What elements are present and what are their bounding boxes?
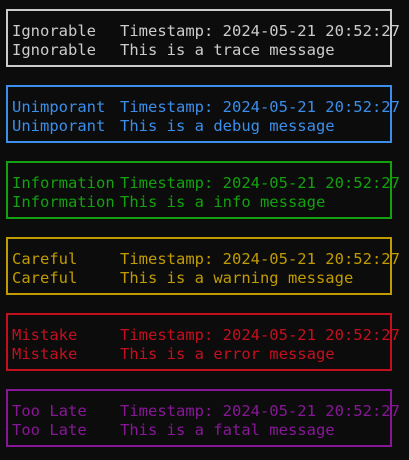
log-level-label: Careful [12,250,78,268]
log-entry-fatal: Too Late Timestamp: 2024-05-21 20:52:27 T… [6,389,400,447]
message-text: This is a error message [120,345,335,363]
timestamp-text: Timestamp: 2024-05-21 20:52:27 [120,174,400,192]
log-level-label: Mistake [12,326,78,344]
log-line-message: Mistake This is a error message [12,345,335,364]
log-entry-warning: Careful Timestamp: 2024-05-21 20:52:27 Ca… [6,237,400,295]
timestamp-text: Timestamp: 2024-05-21 20:52:27 [120,22,400,40]
log-line-timestamp: Information Timestamp: 2024-05-21 20:52:2… [12,174,400,193]
timestamp-text: Timestamp: 2024-05-21 20:52:27 [120,326,400,344]
log-level-label: Careful [12,269,78,287]
log-line-timestamp: Ignorable Timestamp: 2024-05-21 20:52:27 [12,22,400,41]
log-line-timestamp: Careful Timestamp: 2024-05-21 20:52:27 [12,250,400,269]
message-text: This is a debug message [120,117,335,135]
log-entry-debug: Unimporant Timestamp: 2024-05-21 20:52:27… [6,85,400,143]
log-level-label: Unimporant [12,117,106,135]
message-text: This is a info message [120,193,326,211]
log-entry-info: Information Timestamp: 2024-05-21 20:52:2… [6,161,400,219]
log-line-message: Careful This is a warning message [12,269,353,288]
timestamp-text: Timestamp: 2024-05-21 20:52:27 [120,250,400,268]
log-level-label: Unimporant [12,98,106,116]
log-level-label: Information [12,174,115,192]
log-entry-error: Mistake Timestamp: 2024-05-21 20:52:27 Mi… [6,313,400,371]
message-text: This is a trace message [120,41,335,59]
log-line-timestamp: Mistake Timestamp: 2024-05-21 20:52:27 [12,326,400,345]
log-level-label: Mistake [12,345,78,363]
message-text: This is a warning message [120,269,354,287]
log-line-message: Ignorable This is a trace message [12,41,335,60]
log-line-message: Unimporant This is a debug message [12,117,335,136]
timestamp-text: Timestamp: 2024-05-21 20:52:27 [120,402,400,420]
log-entry-trace: Ignorable Timestamp: 2024-05-21 20:52:27 … [6,9,400,67]
log-line-timestamp: Unimporant Timestamp: 2024-05-21 20:52:27 [12,98,400,117]
log-line-message: Too Late This is a fatal message [12,421,335,440]
log-line-message: Information This is a info message [12,193,325,212]
log-line-timestamp: Too Late Timestamp: 2024-05-21 20:52:27 [12,402,400,421]
log-level-label: Too Late [12,421,87,439]
log-level-label: Too Late [12,402,87,420]
log-level-label: Ignorable [12,22,96,40]
log-level-label: Ignorable [12,41,96,59]
log-level-label: Information [12,193,115,211]
message-text: This is a fatal message [120,421,335,439]
timestamp-text: Timestamp: 2024-05-21 20:52:27 [120,98,400,116]
